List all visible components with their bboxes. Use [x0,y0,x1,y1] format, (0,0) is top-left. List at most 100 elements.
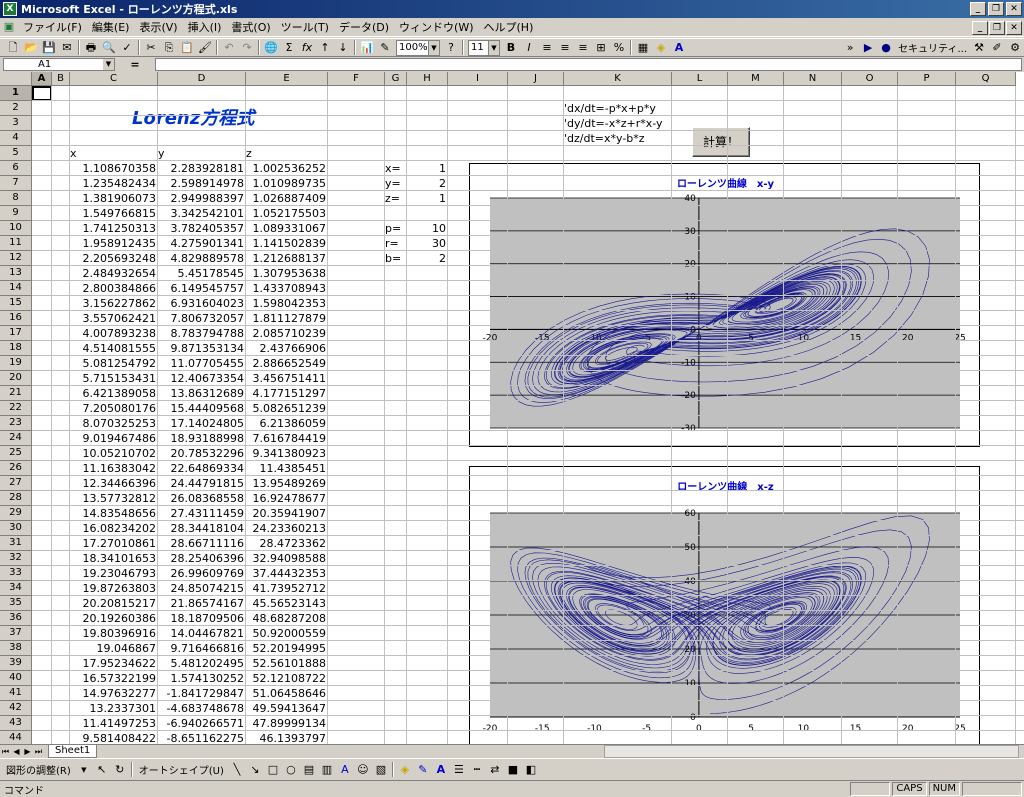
menu-format[interactable]: 書式(O) [226,19,275,35]
row-header[interactable]: 42 [0,701,32,716]
param-value[interactable]: 1 [407,191,448,206]
param-label[interactable]: p= [385,221,407,236]
print-icon[interactable]: 🖶 [83,40,99,56]
shadow-icon[interactable]: ■ [505,762,521,778]
cell-x[interactable]: 5.715153431 [70,371,158,386]
cell-y[interactable]: 26.08368558 [158,491,246,506]
align-right-icon[interactable]: ≡ [575,40,591,56]
cell-x[interactable]: 4.514081555 [70,341,158,356]
cell-y[interactable]: 5.481202495 [158,656,246,671]
cut-icon[interactable]: ✂ [143,40,159,56]
cell-y[interactable]: 4.275901341 [158,236,246,251]
fill-color-icon[interactable]: ◈ [397,762,413,778]
column-header[interactable]: H [407,72,448,86]
row-header[interactable]: 4 [0,131,32,146]
row-header[interactable]: 11 [0,236,32,251]
run-macro-icon[interactable]: ▶ [860,40,876,56]
param-value[interactable]: 2 [407,251,448,266]
cell-y[interactable]: 2.949988397 [158,191,246,206]
cell-z[interactable]: 6.21386059 [246,416,328,431]
row-header[interactable]: 28 [0,491,32,506]
cell-z[interactable]: 1.010989735 [246,176,328,191]
row-header[interactable]: 36 [0,611,32,626]
cell-y[interactable]: 26.99609769 [158,566,246,581]
cell-z[interactable]: 1.811127879 [246,311,328,326]
menu-help[interactable]: ヘルプ(H) [479,19,539,35]
align-center-icon[interactable]: ≡ [557,40,573,56]
param-value[interactable]: 1 [407,161,448,176]
row-header[interactable]: 31 [0,536,32,551]
cell-x[interactable]: 13.57732812 [70,491,158,506]
align-left-icon[interactable]: ≡ [539,40,555,56]
param-label[interactable]: x= [385,161,407,176]
cell-x[interactable]: 2.484932654 [70,266,158,281]
line-icon[interactable]: ╲ [229,762,245,778]
row-header[interactable]: 12 [0,251,32,266]
cell-z[interactable]: 4.177151297 [246,386,328,401]
header-y[interactable]: y [158,146,246,161]
cell-y[interactable]: 28.34418104 [158,521,246,536]
cell-z[interactable]: 48.68287208 [246,611,328,626]
last-sheet-icon[interactable]: ⏭ [33,746,44,758]
open-icon[interactable]: 📂 [23,40,39,56]
cell-y[interactable]: 21.86574167 [158,596,246,611]
new-icon[interactable]: 🗋 [5,40,21,56]
cell-x[interactable]: 14.97632277 [70,686,158,701]
param-label[interactable]: z= [385,191,407,206]
oval-icon[interactable]: ○ [283,762,299,778]
row-header[interactable]: 41 [0,686,32,701]
close-button[interactable]: ✕ [1006,2,1022,16]
cell-x[interactable]: 17.95234622 [70,656,158,671]
print-preview-icon[interactable]: 🔍 [101,40,117,56]
row-header[interactable]: 16 [0,311,32,326]
sheet-tab-sheet1[interactable]: Sheet1 [48,745,98,758]
cell-z[interactable]: 16.92478677 [246,491,328,506]
merge-center-icon[interactable]: ⊞ [593,40,609,56]
worksheet-grid[interactable]: Lorenz方程式 計算！ ローレンツ曲線 x-y -20 -15 -10 -5 0 5 1… [0,72,1024,744]
cell-x[interactable]: 1.549766815 [70,206,158,221]
column-header[interactable]: G [385,72,407,86]
cell-x[interactable]: 12.34466396 [70,476,158,491]
cell-y[interactable]: 12.40673354 [158,371,246,386]
percent-icon[interactable]: % [611,40,627,56]
cell-z[interactable]: 47.89999134 [246,716,328,731]
cell-y[interactable]: 2.283928181 [158,161,246,176]
row-header[interactable]: 22 [0,401,32,416]
doc-restore-button[interactable]: ❐ [989,21,1005,35]
cell-z[interactable]: 9.341380923 [246,446,328,461]
cell-x[interactable]: 1.741250313 [70,221,158,236]
row-header[interactable]: 14 [0,281,32,296]
wordart-icon[interactable]: A [337,762,353,778]
row-header[interactable]: 20 [0,371,32,386]
row-header[interactable]: 8 [0,191,32,206]
formula-input[interactable] [155,58,1022,71]
row-header[interactable]: 18 [0,341,32,356]
cell-z[interactable]: 7.616784419 [246,431,328,446]
sort-ascending-icon[interactable]: ↑ [317,40,333,56]
header-x[interactable]: x [70,146,158,161]
cell-x[interactable]: 19.80396916 [70,626,158,641]
toolbox-icon[interactable]: ⚒ [971,40,987,56]
cell-z[interactable]: 1.002536252 [246,161,328,176]
menu-tools[interactable]: ツール(T) [276,19,334,35]
cell-y[interactable]: 15.44409568 [158,401,246,416]
cell-y[interactable]: -6.940266571 [158,716,246,731]
cell-x[interactable]: 19.23046793 [70,566,158,581]
row-header[interactable]: 33 [0,566,32,581]
column-header[interactable]: P [898,72,956,86]
formula-equals-button[interactable]: = [115,58,155,71]
cell-y[interactable]: 9.716466816 [158,641,246,656]
cell-x[interactable]: 19.046867 [70,641,158,656]
cell-z[interactable]: 13.95489269 [246,476,328,491]
menu-window[interactable]: ウィンドウ(W) [394,19,478,35]
cell-z[interactable]: 3.456751411 [246,371,328,386]
cell-x[interactable]: 2.800384866 [70,281,158,296]
row-header[interactable]: 32 [0,551,32,566]
cell-z[interactable]: 45.56523143 [246,596,328,611]
email-icon[interactable]: ✉ [59,40,75,56]
rotate-icon[interactable]: ↻ [112,762,128,778]
restore-button[interactable]: ❐ [988,2,1004,16]
cell-x[interactable]: 17.27010861 [70,536,158,551]
prev-sheet-icon[interactable]: ◀ [11,746,22,758]
cell-y[interactable]: 7.806732057 [158,311,246,326]
